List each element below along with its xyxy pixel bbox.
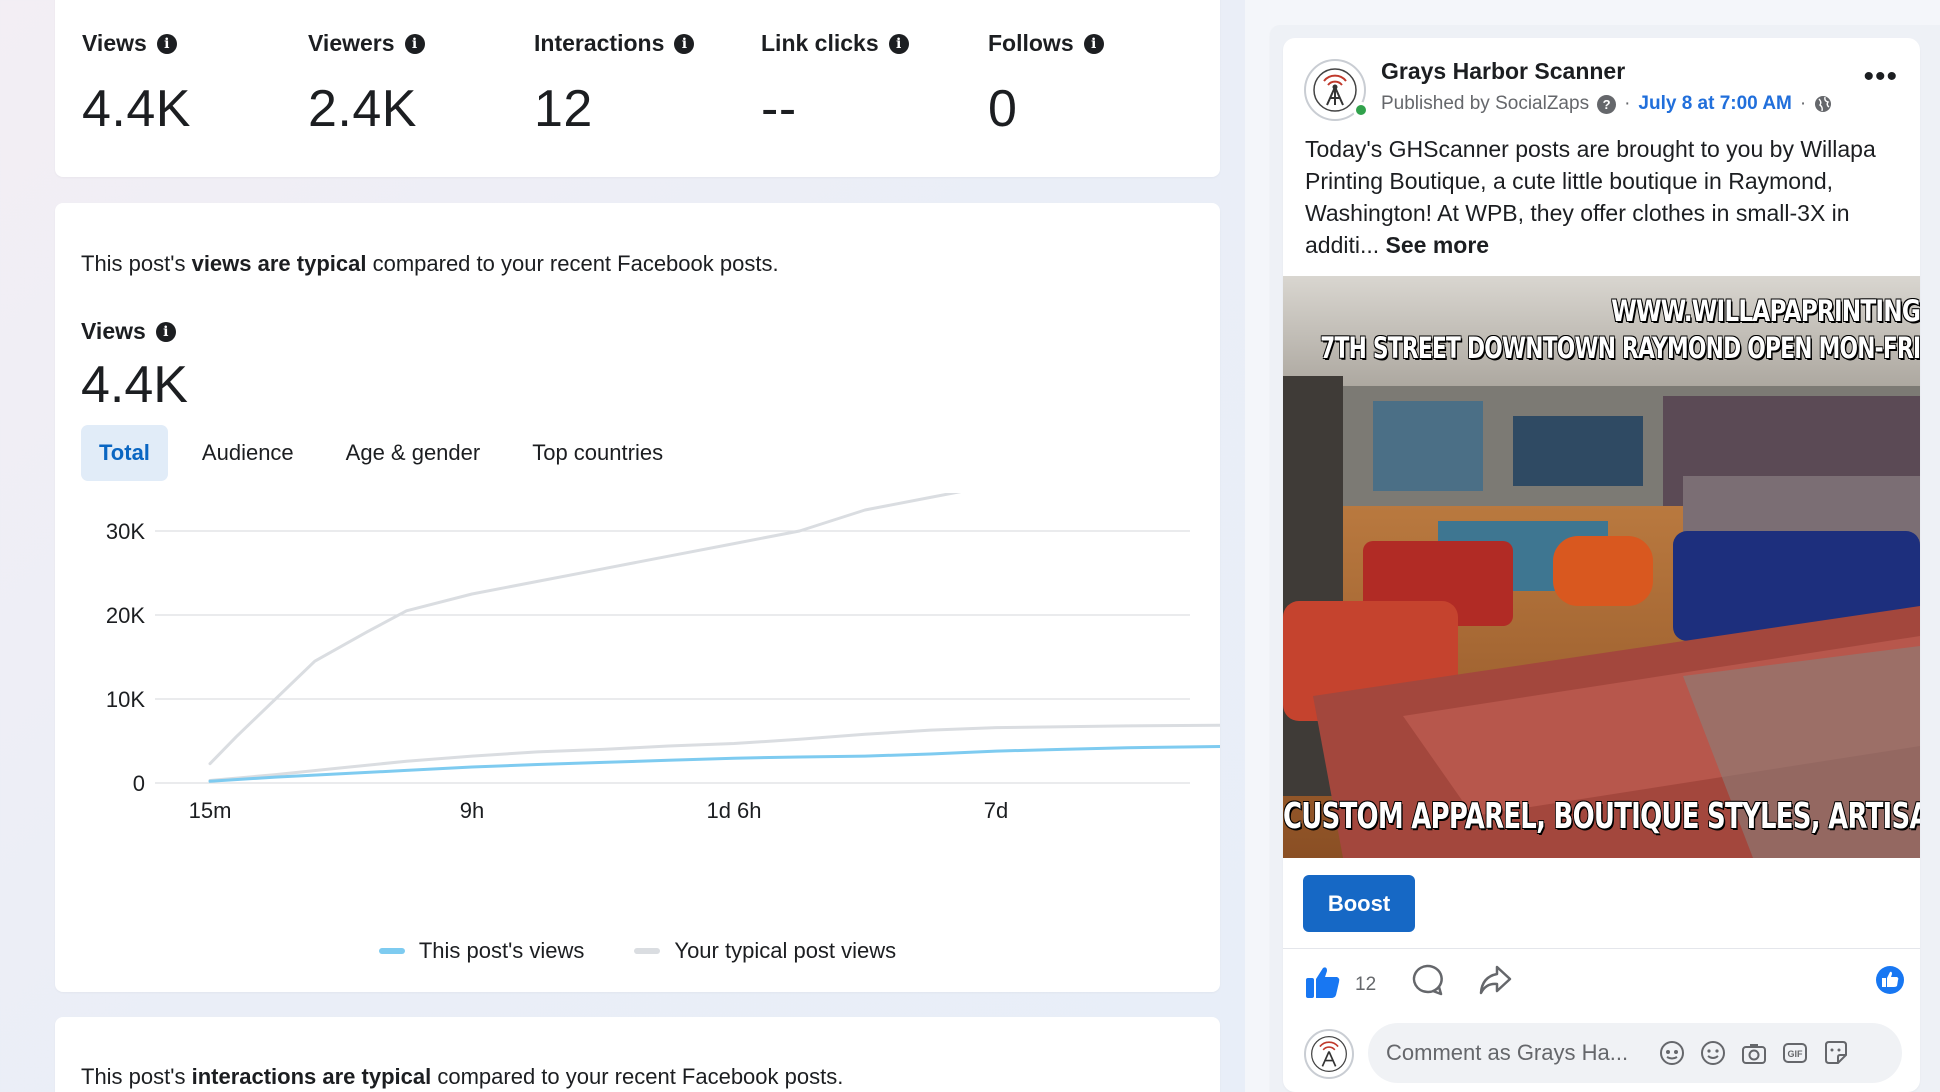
post-preview-card: Grays Harbor Scanner Published by Social… — [1283, 38, 1920, 1092]
x-tick-label: 15m — [189, 798, 232, 823]
metric-interactions: Interactions i 12 — [534, 30, 695, 139]
info-icon[interactable]: i — [404, 33, 425, 54]
info-icon[interactable]: i — [156, 33, 177, 54]
metric-label: Follows — [988, 30, 1074, 56]
camera-icon[interactable] — [1740, 1039, 1768, 1067]
image-overlay-address: 7TH STREET DOWNTOWN RAYMOND OPEN MON-FRI — [1319, 331, 1920, 365]
metric-label: Viewers — [308, 30, 395, 56]
metric-label: Interactions — [534, 30, 665, 56]
comment-input[interactable]: Comment as Grays Ha... GIF — [1368, 1023, 1902, 1083]
y-tick-label: 0 — [133, 771, 145, 796]
metric-value: 4.4K — [82, 80, 191, 138]
post-date-link[interactable]: July 8 at 7:00 AM — [1638, 93, 1791, 115]
page-name[interactable]: Grays Harbor Scanner — [1381, 58, 1625, 85]
legend-label: This post's views — [418, 938, 585, 963]
metric-value: 2.4K — [308, 80, 417, 138]
tab-top-countries[interactable]: Top countries — [514, 425, 681, 481]
help-icon[interactable]: ? — [1597, 94, 1617, 114]
comment-icon[interactable] — [1410, 963, 1444, 997]
legend-swatch — [634, 948, 661, 954]
metrics-summary-card: Views i 4.4K Viewers i 2.4K Interactions… — [55, 0, 1220, 177]
metric-value: -- — [761, 80, 797, 138]
info-icon[interactable]: i — [888, 33, 909, 54]
post-actions: 12 — [1283, 948, 1920, 1018]
x-tick-label: 7d — [984, 798, 1008, 823]
metric-link-clicks: Link clicks i -- — [761, 30, 909, 139]
like-count: 12 — [1355, 974, 1377, 995]
scanner-logo-icon — [1311, 1036, 1347, 1072]
legend-label: Your typical post views — [674, 938, 897, 963]
online-status-dot — [1353, 102, 1369, 118]
views-total-value: 4.4K — [81, 356, 188, 414]
series-line-typical — [208, 493, 962, 766]
comment-composer: Comment as Grays Ha... GIF — [1283, 1023, 1920, 1092]
x-tick-label: 9h — [460, 798, 484, 823]
legend-swatch — [378, 948, 405, 954]
metric-label: Views — [82, 30, 147, 56]
interactions-card: This post's interactions are typical com… — [55, 1017, 1220, 1092]
series-line-this-post — [208, 744, 1220, 783]
info-icon[interactable]: i — [1083, 33, 1104, 54]
metric-viewers: Viewers i 2.4K — [308, 30, 425, 139]
tab-age-gender[interactable]: Age & gender — [328, 425, 499, 481]
sticker-icon[interactable] — [1822, 1039, 1850, 1067]
tab-audience[interactable]: Audience — [184, 425, 312, 481]
y-tick-label: 20K — [106, 603, 145, 628]
image-overlay-url: WWW.WILLAPAPRINTING — [1611, 294, 1920, 328]
y-tick-label: 30K — [106, 519, 145, 544]
commenter-avatar[interactable] — [1304, 1029, 1354, 1079]
views-title: Views — [81, 318, 146, 344]
like-icon[interactable] — [1305, 965, 1341, 999]
boost-button[interactable]: Boost — [1303, 875, 1415, 932]
post-text: Today's GHScanner posts are brought to y… — [1305, 136, 1876, 258]
metric-follows: Follows i 0 — [988, 30, 1104, 139]
metric-value: 12 — [534, 80, 593, 138]
reaction-like-badge-icon[interactable] — [1875, 965, 1905, 995]
emoji-icon[interactable] — [1699, 1039, 1727, 1067]
views-card: This post's views are typical compared t… — [55, 203, 1220, 992]
svg-text:GIF: GIF — [1788, 1049, 1804, 1059]
tab-total[interactable]: Total — [81, 425, 168, 481]
interactions-typical-sentence: This post's interactions are typical com… — [81, 1064, 844, 1089]
info-icon[interactable]: i — [674, 33, 695, 54]
metric-label: Link clicks — [761, 30, 879, 56]
scanner-logo-icon — [1313, 68, 1357, 112]
legend-item-typical[interactable]: Your typical post views — [634, 938, 896, 964]
views-typical-sentence: This post's views are typical compared t… — [81, 251, 779, 276]
post-image[interactable]: WWW.WILLAPAPRINTING 7TH STREET DOWNTOWN … — [1283, 276, 1920, 858]
x-tick-label: 1d 6h — [706, 798, 761, 823]
globe-icon — [1815, 96, 1832, 112]
image-overlay-tagline: CUSTOM APPAREL, BOUTIQUE STYLES, ARTISAN… — [1283, 796, 1920, 837]
gif-icon[interactable]: GIF — [1781, 1039, 1809, 1067]
avatar-sticker-icon[interactable] — [1658, 1039, 1686, 1067]
see-more-link[interactable]: See more — [1386, 232, 1490, 258]
chart-legend: This post's views Your typical post view… — [55, 938, 1220, 964]
more-options-icon[interactable]: ••• — [1863, 62, 1898, 92]
info-icon[interactable]: i — [155, 321, 176, 342]
y-tick-label: 10K — [106, 687, 145, 712]
views-line-chart: 010K20K30K40K15m9h1d 6h7d — [106, 493, 1220, 823]
post-meta: Published by SocialZaps ? · July 8 at 7:… — [1381, 93, 1832, 115]
legend-item-this-post[interactable]: This post's views — [378, 938, 585, 964]
comment-placeholder: Comment as Grays Ha... — [1386, 1040, 1629, 1065]
metric-views: Views i 4.4K — [82, 30, 191, 139]
views-tabs: Total Audience Age & gender Top countrie… — [81, 425, 697, 481]
published-by: Published by SocialZaps — [1381, 93, 1590, 114]
metric-value: 0 — [988, 80, 1018, 138]
share-icon[interactable] — [1478, 964, 1512, 996]
